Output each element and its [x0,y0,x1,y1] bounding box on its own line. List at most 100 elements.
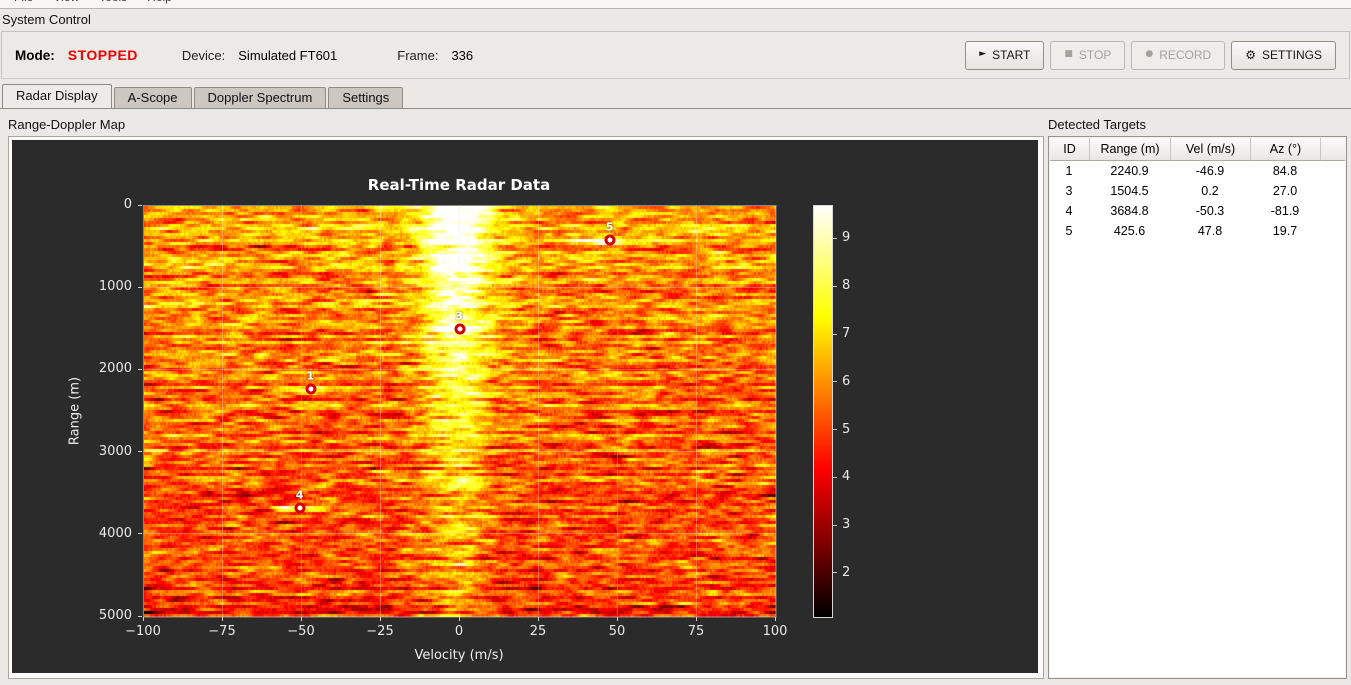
record-icon: ● [1145,49,1154,59]
play-icon: ► [979,49,987,59]
target-marker-ring [305,383,317,395]
cell-filler [1320,161,1346,181]
x-tick-label: 50 [608,624,626,639]
cell-vel: -50.3 [1195,204,1225,218]
start-button[interactable]: ► START [965,40,1045,70]
system-control-group-title: System Control [2,12,91,27]
menu-item-tools[interactable]: Tools [89,0,137,4]
cell-az: 19.7 [1272,224,1298,238]
x-gridline [142,205,144,616]
table-row[interactable]: 4 3684.8 -50.3 -81.9 [1049,201,1346,221]
stop-button[interactable]: ■ STOP [1050,40,1126,70]
column-header-range[interactable]: Range (m) [1090,138,1171,161]
colorbar-tick-label: 6 [842,373,851,389]
x-tickmark [221,617,223,621]
colorbar-tickmark [833,572,837,574]
cell-vel: -46.9 [1195,164,1225,178]
y-tickmark [138,615,142,617]
record-button[interactable]: ● RECORD [1131,40,1226,70]
colorbar-tick-label: 7 [842,326,851,342]
y-gridline [143,533,775,535]
menu-item-file[interactable]: File [4,0,43,4]
target-marker: 3 [454,309,466,335]
colorbar-tickmark [833,429,837,431]
tab-a-scope[interactable]: A-Scope [113,87,192,108]
menu-bar: File View Tools Help [0,0,1351,9]
transport-buttons: ► START ■ STOP ● RECORD ⚙ SETTINGS [965,40,1336,70]
tab-settings[interactable]: Settings [328,87,404,108]
x-axis-label: Velocity (m/s) [414,648,504,663]
y-tick-label: 2000 [98,361,132,377]
x-tick-label: 75 [687,624,705,639]
y-gridline [143,615,775,617]
settings-button-label: SETTINGS [1261,48,1322,62]
column-header-az[interactable]: Az (°) [1251,138,1321,161]
frame-counter-value: 336 [451,47,474,63]
settings-button[interactable]: ⚙ SETTINGS [1231,40,1336,70]
target-marker-label: 1 [306,369,315,383]
colorbar [813,205,833,618]
y-tick-label: 3000 [98,443,132,459]
x-tick-label: 0 [454,624,464,639]
cell-az: 84.8 [1272,164,1298,178]
cell-id: 1 [1065,164,1073,178]
plot-title: Real-Time Radar Data [367,176,551,194]
cell-range: 2240.9 [1110,164,1149,178]
y-gridline [143,451,775,453]
x-tickmark [458,617,460,621]
menu-item-view[interactable]: View [43,0,89,4]
y-axis-label: Range (m) [67,376,83,445]
colorbar-tick-label: 3 [842,517,851,533]
column-header-vel[interactable]: Vel (m/s) [1171,138,1251,161]
y-tickmark [138,533,142,535]
y-tick-label: 5000 [98,608,132,623]
x-tickmark [695,617,697,621]
frame-label: Frame: [397,47,439,63]
target-marker: 1 [305,370,317,395]
range-doppler-plot: Real-Time Radar Data −100 −75 −50 −25 0 25 50 7… [12,140,1038,673]
cell-range: 1504.5 [1110,184,1149,198]
x-gridline [774,205,776,616]
range-doppler-map-group-title: Range-Doppler Map [8,117,126,132]
colorbar-tick-label: 4 [842,469,851,485]
x-tick-label: 100 [762,624,788,639]
y-gridline [143,368,775,370]
x-tick-label: 25 [529,624,547,639]
x-tickmark [379,617,381,621]
colorbar-tickmark [833,285,837,287]
target-marker: 4 [294,488,306,514]
y-tick-label: 4000 [98,525,132,541]
table-row[interactable]: 1 2240.9 -46.9 84.8 [1049,161,1346,181]
x-gridline [300,205,302,616]
y-tickmark [138,286,142,288]
y-tickmark [138,368,142,370]
x-tickmark [300,617,302,621]
column-header-id[interactable]: ID [1050,138,1090,161]
cell-filler [1320,201,1346,221]
colorbar-tick-label: 9 [842,230,851,246]
cell-az: -81.9 [1270,204,1300,218]
menu-item-help[interactable]: Help [137,0,182,4]
colorbar-tickmark [833,524,837,526]
x-gridline [221,205,223,616]
colorbar-tickmark [833,333,837,335]
table-header-filler [1321,138,1345,161]
cell-id: 3 [1065,184,1073,198]
device-label: Device: [181,47,226,63]
table-row[interactable]: 3 1504.5 0.2 27.0 [1049,181,1346,201]
tab-radar-display[interactable]: Radar Display [2,84,112,108]
cell-az: 27.0 [1272,184,1298,198]
colorbar-tickmark [833,381,837,383]
target-marker-label: 3 [455,309,463,323]
radar-app-window: { "menu": { "items": ["File", "View", "T… [0,0,1351,685]
stop-icon: ■ [1064,49,1073,59]
colorbar-tickmark [833,476,837,478]
table-row[interactable]: 5 425.6 47.8 19.7 [1049,221,1346,241]
detected-targets-group-title: Detected Targets [1048,117,1147,132]
table-header-row: ID Range (m) Vel (m/s) Az (°) [1050,138,1345,161]
range-doppler-heatmap-canvas [144,206,776,617]
cell-id: 4 [1065,204,1073,218]
tab-doppler-spectrum[interactable]: Doppler Spectrum [193,87,327,108]
start-button-label: START [992,48,1031,62]
target-marker-label: 4 [295,488,304,502]
